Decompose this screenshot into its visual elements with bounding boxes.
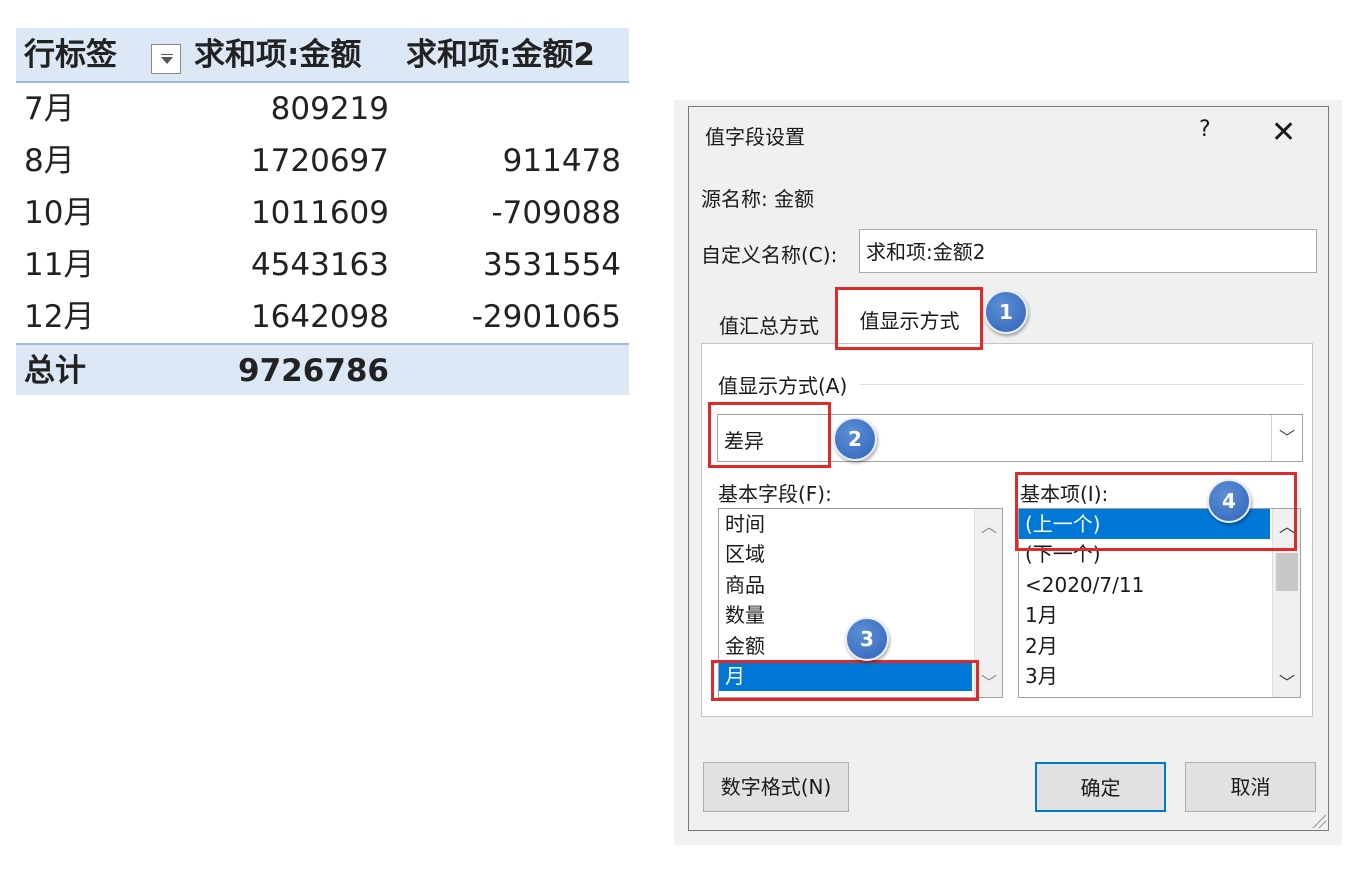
- group-divider: [860, 384, 1304, 385]
- step-badge-1: 1: [984, 290, 1028, 334]
- scrollbar-thumb[interactable]: [1276, 553, 1298, 591]
- pivot-header-sum: 求和项:金额: [194, 37, 362, 73]
- sum-value: 1720697: [250, 143, 389, 179]
- list-item[interactable]: 2月: [1019, 631, 1270, 661]
- highlight-box-show-as: [708, 402, 831, 468]
- source-name-label: 源名称: 金额: [701, 187, 815, 211]
- sum-value: 1642098: [250, 299, 389, 335]
- dialog-title: 值字段设置: [705, 125, 805, 149]
- ok-button[interactable]: 确定: [1035, 762, 1166, 812]
- sum-value: 809219: [270, 91, 389, 127]
- table-row: 8月 1720697 911478: [16, 135, 629, 187]
- highlight-box-base-field: [711, 660, 979, 701]
- list-item[interactable]: <2020/7/11: [1019, 570, 1270, 600]
- highlight-box-tab: [835, 287, 983, 350]
- sum2-value: 3531554: [482, 247, 621, 283]
- table-row: 11月 4543163 3531554: [16, 239, 629, 291]
- total-value: 9726786: [238, 353, 389, 389]
- pivot-header-row: 行标签 求和项:金额 求和项:金额2: [16, 28, 629, 83]
- pivot-total-row: 总计 9726786: [16, 343, 629, 395]
- row-label: 12月: [24, 299, 95, 335]
- list-item[interactable]: 区域: [719, 539, 972, 569]
- row-label: 8月: [24, 143, 75, 179]
- sum2-value: 911478: [502, 143, 621, 179]
- table-row: 12月 1642098 -2901065: [16, 291, 629, 343]
- list-item[interactable]: 数量: [719, 600, 972, 630]
- tab-summarize-values[interactable]: 值汇总方式: [719, 310, 819, 339]
- row-label: 10月: [24, 195, 95, 231]
- row-label: 7月: [24, 91, 75, 127]
- step-badge-2: 2: [833, 417, 877, 461]
- total-label: 总计: [24, 353, 86, 389]
- cancel-button[interactable]: 取消: [1185, 762, 1316, 812]
- step-badge-4: 4: [1207, 479, 1251, 523]
- sum-value: 1011609: [250, 195, 389, 231]
- step-badge-3: 3: [845, 617, 889, 661]
- sum2-value: -709088: [491, 195, 621, 231]
- table-row: 10月 1011609 -709088: [16, 187, 629, 239]
- base-field-label: 基本字段(F):: [718, 482, 832, 506]
- table-row: 7月 809219: [16, 83, 629, 135]
- number-format-button[interactable]: 数字格式(N): [703, 762, 849, 812]
- list-item[interactable]: 1月: [1019, 600, 1270, 630]
- close-icon[interactable]: ✕: [1271, 113, 1296, 153]
- pivot-header-row-label: 行标签: [24, 37, 117, 73]
- help-button[interactable]: ?: [1199, 117, 1211, 142]
- highlight-box-base-item: [1015, 472, 1297, 551]
- scroll-down-icon[interactable]: ﹀: [1273, 669, 1300, 693]
- scroll-up-icon[interactable]: ︿: [975, 513, 1002, 537]
- pivot-header-sum2: 求和项:金额2: [406, 37, 595, 73]
- chevron-down-icon[interactable]: ﹀: [1271, 415, 1302, 461]
- filter-bar-icon: [161, 54, 173, 55]
- dropdown-arrow-icon: [161, 57, 173, 64]
- sum2-value: -2901065: [471, 299, 621, 335]
- custom-name-label: 自定义名称(C):: [701, 243, 838, 267]
- scroll-down-icon[interactable]: ﹀: [975, 669, 1002, 693]
- row-label: 11月: [24, 247, 95, 283]
- custom-name-input[interactable]: 求和项:金额2: [859, 229, 1317, 273]
- show-values-as-label: 值显示方式(A): [718, 374, 848, 398]
- list-item[interactable]: 时间: [719, 509, 972, 539]
- row-filter-dropdown-button[interactable]: [151, 44, 181, 74]
- list-item[interactable]: 3月: [1019, 661, 1270, 691]
- pivot-table: 行标签 求和项:金额 求和项:金额2 7月 809219 8月 1720697 …: [16, 28, 629, 395]
- value-field-settings-dialog: 值字段设置 ? ✕ 源名称: 金额 自定义名称(C): 求和项:金额2 值汇总方…: [688, 106, 1329, 831]
- sum-value: 4543163: [250, 247, 389, 283]
- resize-grip-icon[interactable]: [1312, 814, 1326, 828]
- list-item[interactable]: 商品: [719, 570, 972, 600]
